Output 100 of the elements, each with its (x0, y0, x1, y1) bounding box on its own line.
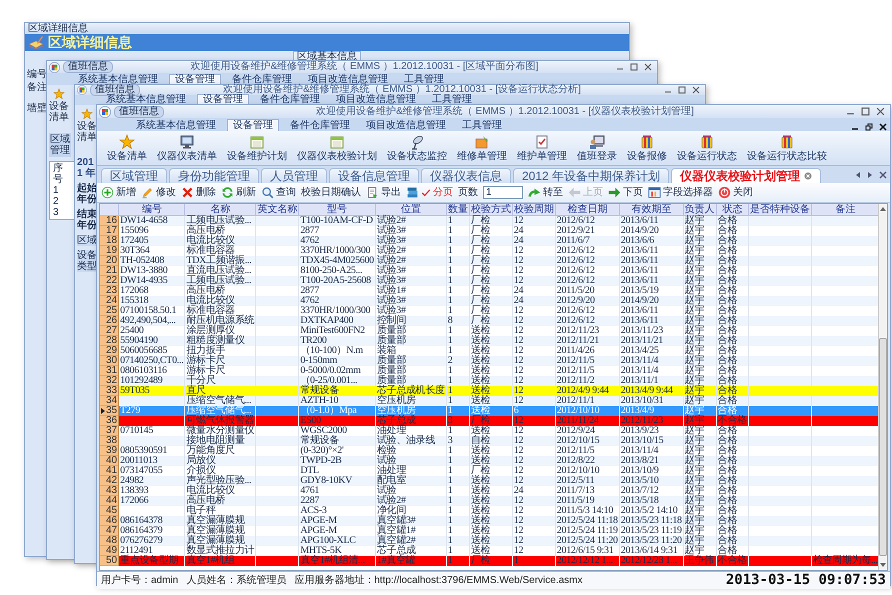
document-tab[interactable]: 区域管理 (101, 168, 167, 183)
ribbon-tab[interactable]: 工具管理 (399, 75, 449, 85)
scroll-down-icon[interactable] (880, 563, 886, 568)
toolbar-button[interactable]: 导出 (366, 186, 401, 199)
ribbon-tab[interactable]: 系统基本信息管理 (101, 95, 191, 105)
toolbar-button[interactable]: 关闭 (718, 186, 753, 199)
scroll-right-icon[interactable] (867, 170, 873, 178)
table-row[interactable]: 20 TH-052408 TDX工频谐振... TDX45-4M025600 试验2# 1 厂检 12 2012/6/12 2013/6/11 赵宇 合格 (100, 256, 880, 266)
ribbon-button[interactable]: 设备清单 (77, 108, 97, 143)
toolbar-button[interactable]: 校验日期确认 (301, 187, 361, 198)
column-header[interactable]: 位置 (375, 204, 446, 216)
ribbon-tab[interactable]: 项目改造信息管理 (361, 120, 451, 131)
toolbar-button[interactable]: 字段选择器 (648, 186, 713, 199)
maximize-icon[interactable] (678, 86, 686, 94)
table-row[interactable]: 45 电子秤 ACS-3 净化间 1 送检 12 2011/5/3 14:10 2013/5/2 14:10 赵宇 合格 (100, 506, 880, 516)
ribbon-tab[interactable]: 项目改造信息管理 (331, 95, 421, 105)
quick-access-button[interactable]: 值班信息 (114, 106, 164, 118)
close-icon[interactable] (876, 107, 885, 116)
document-tab[interactable]: 仪器仪表校验计划管理 (671, 168, 822, 183)
table-row[interactable]: 25 07100158.50.1 标准电容器 3370HR/1000/300 试验3# 1 厂检 12 2012/6/12 2013/6/11 赵宇 合格 (100, 306, 880, 316)
ribbon-tab[interactable]: 系统基本信息管理 (131, 120, 221, 131)
toolbar-button[interactable]: 转至 (528, 186, 563, 199)
ribbon-button[interactable]: 值班登录 (573, 133, 621, 163)
column-header[interactable]: 编号 (118, 204, 185, 216)
table-row[interactable]: 41 073147055 介损仪 DTL 油处理 1 厂检 12 2012/10/10 2013/10/9 赵宇 合格 (100, 466, 880, 476)
table-row[interactable]: 46 086164378 真空漏薄膜规 APGE-M 真空罐3# 1 送检 12 2012/5/24 11:18 2013/5/23 11:18 赵宇 合格 (100, 516, 880, 526)
table-row[interactable]: 40 20011013 局放仪 TWPD-2B 试验 1 送检 12 2012/8/22 2013/8/21 赵宇 合格 (100, 456, 880, 466)
column-header[interactable]: 负责人 (683, 204, 716, 216)
restore-icon[interactable] (865, 123, 873, 131)
close-icon[interactable] (692, 86, 700, 94)
toolbar-button[interactable]: 删除 (181, 186, 216, 199)
ribbon-button[interactable]: 仪器仪表校验计划 (293, 133, 381, 163)
table-row[interactable]: 50 重点设备型期 真空1#机组 真空1#机组清... 1#真空罐 1 厂检 1 2012/12/12 1... 2012/12/28 1... 王争伟 不合格 检查周期为每... (100, 556, 880, 566)
column-header[interactable]: 状态 (716, 204, 748, 216)
ribbon-tab[interactable]: 系统基本信息管理 (73, 75, 163, 85)
table-row[interactable]: 42 24982 声光型验压验... GDY8-10KV 配电室 1 送检 12 2012/5/11 2013/5/10 赵宇 合格 (100, 476, 880, 486)
scrollbar-thumb[interactable] (879, 338, 887, 556)
toolbar-button[interactable]: 查询 (261, 186, 296, 199)
ribbon-button[interactable]: 设备运行状态比较 (743, 133, 831, 163)
document-tab[interactable]: 设备信息管理 (329, 168, 419, 183)
ribbon-tab[interactable]: 备件仓库管理 (285, 120, 355, 131)
table-row[interactable]: 26 492,490,504,... 耐压机电源系统 DXTKAP400 控制间 8 厂检 12 2012/6/12 2013/6/11 赵宇 合格 (100, 316, 880, 326)
table-row[interactable]: 29 5060056685 扭力扳手 （10-100）N.m 装箱 1 送检 12 2011/4/26 2013/4/25 赵宇 合格 (100, 346, 880, 356)
table-row[interactable]: 44 172066 高压电桥 2287 试验2# 1 送检 12 2011/5/19 2013/5/18 赵宇 合格 (100, 496, 880, 506)
list-item[interactable]: 3 (53, 207, 71, 218)
ribbon-button[interactable]: 设备报修 (623, 133, 671, 163)
table-row[interactable]: 49 2112491 数显式推拉力计 MHTS-5K 芯子总成 1 送检 12 2012/6/15 9:31 2013/6/14 9:31 赵宇 合格 (100, 546, 880, 556)
toolbar-button[interactable]: 新增 (101, 186, 136, 199)
document-tab[interactable]: 身份功能管理 (169, 168, 259, 183)
table-row[interactable]: 30 07140250,CT0... 游标卡尺 0-150mm 质量部 2 送检 12 2012/11/5 2013/11/4 赵宇 合格 (100, 356, 880, 366)
table-row[interactable]: 39 0805390591 万能角度尺 (0-320)°×2' 检验 1 送检 12 2012/11/5 2013/11/4 赵宇 合格 (100, 446, 880, 456)
ribbon-button[interactable]: 设备运行状态 (673, 133, 741, 163)
ribbon-button[interactable]: 设备维护计划 (223, 133, 291, 163)
ribbon-tab[interactable]: 项目改造信息管理 (303, 75, 393, 85)
toolbar-button[interactable]: 修改 (141, 186, 176, 199)
table-row[interactable]: 37 0710145 微量水分测量仪 WGSC2000 油处理 1 送检 12 2012/9/24 2013/9/23 赵宇 合格 (100, 426, 880, 436)
table-row[interactable]: 21 DW13-3880 直流电压试验... 8100-250-A25... 试验3# 1 厂检 12 2012/6/12 2013/6/11 赵宇 合格 (100, 266, 880, 276)
table-row[interactable]: 22 DW14-4935 工频电压试验... T100-20A5-25608 试验3# 1 厂检 12 2012/6/12 2013/6/11 赵宇 合格 (100, 276, 880, 286)
table-row[interactable]: 32 101292489 千分尺 （0-25/0.001... 质量部 1 送检 12 2012/11/2 2013/11/1 赵宇 合格 (100, 376, 880, 386)
toolbar-button[interactable]: 刷新 (221, 186, 256, 199)
ribbon-tab[interactable]: 工具管理 (457, 120, 507, 131)
page-field[interactable]: 1 (483, 186, 523, 199)
ribbon-button[interactable]: 维护单管理 (513, 133, 571, 163)
ribbon-tab[interactable]: 备件仓库管理 (255, 95, 325, 105)
ribbon-button[interactable]: 设备清单 (103, 133, 151, 163)
column-header[interactable]: 型号 (298, 204, 376, 216)
table-row[interactable]: 43 138393 电流比较仪 4761 试验 1 送检 24 2011/7/13 2013/7/12 赵宇 合格 (100, 486, 880, 496)
table-row[interactable]: 23 172068 高压电桥 2877 试验1# 1 厂检 24 2011/5/20 2013/5/19 赵宇 合格 (100, 286, 880, 296)
table-row[interactable]: 33 59T035 直尺 常规设备 芯子总成机长度 1 送检 12 2012/4/9 9:44 2013/4/9 9:44 赵宇 合格 (100, 386, 880, 396)
close-icon[interactable] (879, 123, 887, 131)
table-row[interactable]: 47 086164379 真空漏薄膜规 APGE-M 真空罐1# 1 送检 12 2012/5/24 11:19 2013/5/23 11:19 赵宇 合格 (100, 526, 880, 536)
table-row[interactable]: 19 30T364 标准电容器 3370HR/1000/300 试验2# 1 厂检 12 2012/6/12 2013/6/11 赵宇 合格 (100, 246, 880, 256)
scroll-left-icon[interactable] (855, 170, 861, 178)
list-item[interactable]: 1 (53, 185, 71, 196)
toggle-button[interactable]: 分页 (406, 186, 453, 199)
table-row[interactable]: 16 DW14-4658 工频电压试验... T100-10AM-CF-D 试验2# 1 厂检 12 2012/6/12 2013/6/11 赵宇 合格 (100, 216, 880, 226)
ribbon-button[interactable]: 设备清单 (49, 88, 69, 123)
tree-item[interactable]: 区域 (77, 235, 97, 246)
ribbon-tab[interactable]: 设备管理 (197, 94, 249, 105)
ribbon-button[interactable]: 仪器仪表清单 (153, 133, 221, 163)
scrollbar[interactable] (878, 204, 887, 570)
ribbon-tab[interactable]: 备件仓库管理 (227, 75, 297, 85)
table-row[interactable]: 24 155318 电流比较仪 4762 试验3# 1 厂检 24 2012/9/20 2014/9/20 赵宇 合格 (100, 296, 880, 306)
maximize-icon[interactable] (630, 63, 638, 71)
table-row[interactable]: 34 压缩空气储气... AZTH-10 空压机房 1 送检 12 2012/11/1 2013/10/31 赵宇 合格 (100, 396, 880, 406)
maximize-icon[interactable] (861, 107, 870, 116)
column-header[interactable]: 名称 (184, 204, 256, 216)
column-header[interactable]: 校验周期 (512, 204, 556, 216)
close-icon[interactable] (644, 63, 652, 71)
ribbon-tab[interactable]: 设备管理 (227, 119, 279, 131)
list-item[interactable]: 2 (53, 196, 71, 207)
scroll-up-icon[interactable] (880, 206, 886, 211)
column-header[interactable]: 数量 (446, 204, 470, 216)
ribbon-tab[interactable]: 设备管理 (169, 74, 221, 85)
table-row[interactable]: 48 076276279 真空漏薄膜规 APG100-XLC 真空罐2# 1 送检 12 2012/5/24 11:20 2013/5/23 11:20 赵宇 合格 (100, 536, 880, 546)
document-tab[interactable]: 2012 年设备中期保养计划 (513, 168, 670, 183)
table-row[interactable]: 17 155096 高压电桥 2877 试验3# 1 厂检 24 2012/9/21 2014/9/20 赵宇 合格 (100, 226, 880, 236)
document-tab[interactable]: 仪器仪表信息 (421, 168, 511, 183)
column-header[interactable]: 检查日期 (555, 204, 620, 216)
column-header[interactable]: 是否特种设备 (748, 204, 812, 216)
